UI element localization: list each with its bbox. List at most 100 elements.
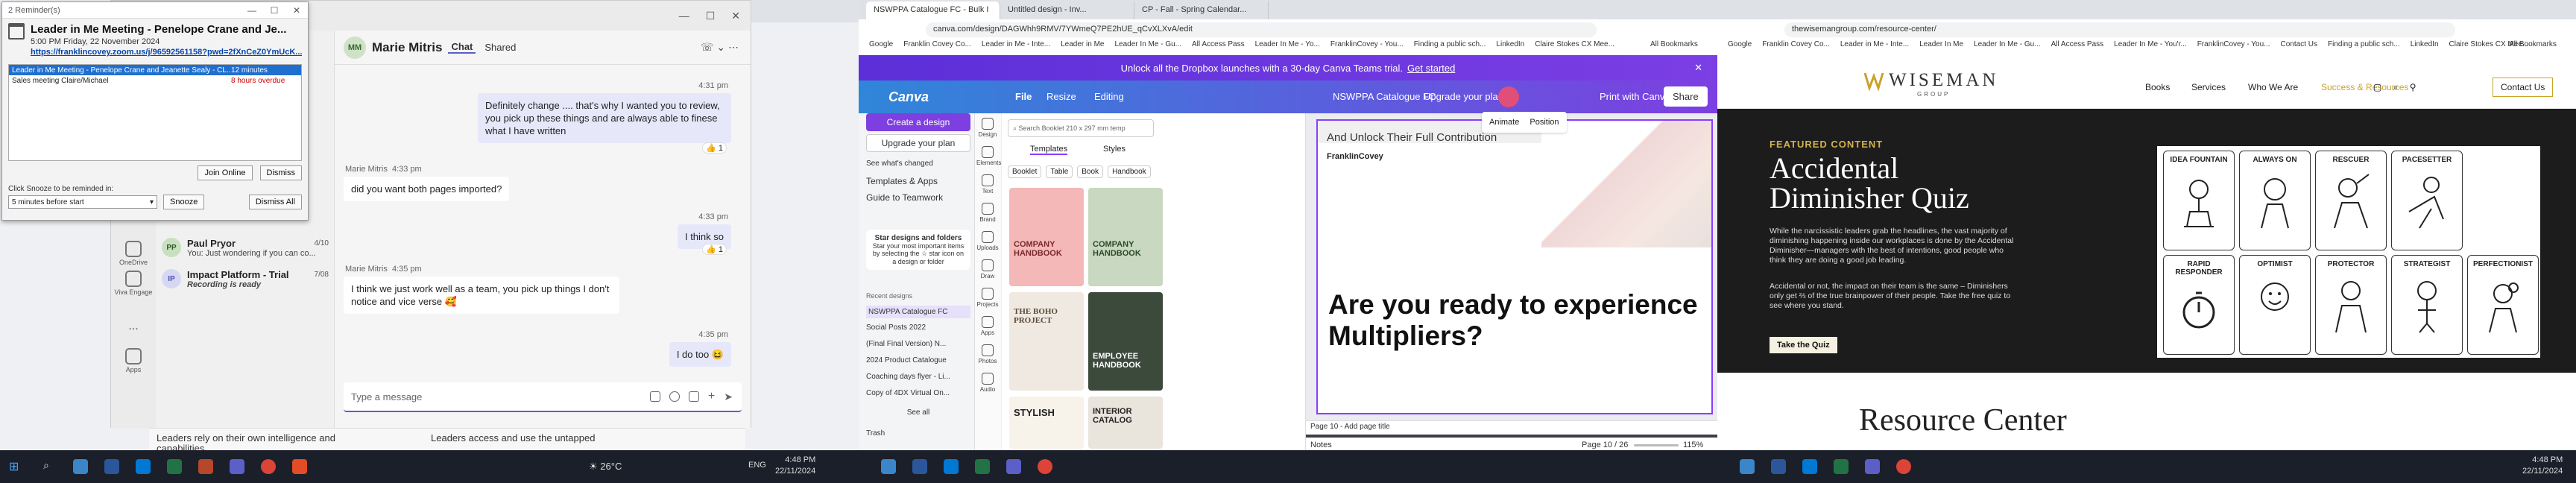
- teams-icon[interactable]: [1006, 459, 1021, 474]
- all-bookmarks[interactable]: All Bookmarks: [2509, 40, 2557, 55]
- address-bar[interactable]: thewisemangroup.com/resource-center/: [1784, 22, 2455, 37]
- recent-design-item[interactable]: (Final Final Version) N...: [866, 340, 970, 348]
- animate-button[interactable]: Animate: [1489, 118, 1519, 127]
- type-card[interactable]: PERFECTIONIST: [2467, 255, 2539, 355]
- emoji-icon[interactable]: [669, 391, 680, 402]
- template-thumbnail[interactable]: INTERIOR CATALOG: [1088, 397, 1163, 449]
- app-icon[interactable]: [292, 459, 307, 474]
- template-thumbnail[interactable]: COMPANY HANDBOOK: [1009, 188, 1084, 286]
- message-input[interactable]: Type a message + ➤: [344, 382, 742, 412]
- excel-icon[interactable]: [975, 459, 990, 474]
- browser-tab[interactable]: NSWPPA Catalogue FC - Bulk I: [866, 1, 1000, 19]
- canva-logo[interactable]: Canva: [888, 89, 929, 105]
- outlook-icon[interactable]: [1802, 459, 1817, 474]
- side-elements[interactable]: Elements: [976, 146, 1001, 166]
- address-bar[interactable]: canva.com/design/DAGWhh9RMV/7YWmeQ7PE2hU…: [926, 22, 1597, 37]
- recent-design-item[interactable]: Coaching days flyer - Li...: [866, 373, 970, 381]
- nav-services[interactable]: Services: [2191, 82, 2226, 92]
- chat-list-item[interactable]: IP Impact Platform - Trial 7/08 Recording…: [156, 266, 335, 296]
- excel-icon[interactable]: [167, 459, 182, 474]
- trash-link[interactable]: Trash: [866, 429, 970, 438]
- list-item[interactable]: Leader in Me Meeting - Penelope Crane an…: [9, 65, 301, 75]
- side-text[interactable]: Text: [976, 174, 999, 195]
- template-thumbnail[interactable]: COMPANY HANDBOOK: [1088, 188, 1163, 286]
- app-icon[interactable]: [1740, 459, 1755, 474]
- minimize-icon[interactable]: —: [241, 5, 263, 16]
- format-icon[interactable]: [649, 391, 660, 402]
- dismiss-all-button[interactable]: Dismiss All: [248, 195, 302, 209]
- reaction[interactable]: 👍 1: [702, 142, 727, 154]
- print-button[interactable]: Print with Canva: [1600, 91, 1670, 102]
- slide-heading[interactable]: Are you ready to experience Multipliers?: [1328, 289, 1701, 352]
- rail-more[interactable]: ...: [111, 320, 156, 333]
- recent-design-item[interactable]: 2024 Product Catalogue: [866, 356, 970, 364]
- side-brand[interactable]: Brand: [976, 203, 999, 223]
- word-icon[interactable]: [912, 459, 927, 474]
- create-design-button[interactable]: Create a design: [866, 113, 970, 131]
- chat-list-item[interactable]: PP Paul Pryor 4/10 You: Just wondering if…: [156, 235, 335, 265]
- template-thumbnail[interactable]: STYLISH: [1009, 397, 1084, 449]
- template-thumbnail[interactable]: THE BOHO PROJECT: [1009, 292, 1084, 391]
- excel-icon[interactable]: [1834, 459, 1849, 474]
- snooze-select[interactable]: 5 minutes before start ▾: [8, 195, 157, 209]
- outlook-icon[interactable]: [136, 459, 151, 474]
- type-card[interactable]: PROTECTOR: [2315, 255, 2387, 355]
- weather-icon[interactable]: ☀ 26°C: [589, 461, 622, 473]
- side-projects[interactable]: Projects: [976, 288, 999, 308]
- plus-icon[interactable]: +: [708, 390, 715, 403]
- notes-button[interactable]: Notes: [1310, 441, 1332, 449]
- type-card[interactable]: OPTIMIST: [2239, 255, 2311, 355]
- recent-design-item[interactable]: Copy of 4DX Virtual On...: [866, 389, 970, 397]
- tab-styles[interactable]: Styles: [1103, 145, 1126, 154]
- maximize-icon[interactable]: ☐: [706, 10, 716, 22]
- snooze-button[interactable]: Snooze: [163, 195, 205, 209]
- nav-books[interactable]: Books: [2145, 82, 2170, 92]
- upgrade-button[interactable]: Upgrade your plan: [1424, 91, 1503, 102]
- upgrade-button[interactable]: Upgrade your plan: [866, 134, 970, 152]
- word-icon[interactable]: [1771, 459, 1786, 474]
- avatar[interactable]: [1498, 86, 1519, 107]
- meeting-link[interactable]: https://franklincovey.zoom.us/j/96592561…: [31, 48, 302, 57]
- outlook-icon[interactable]: [944, 459, 959, 474]
- site-logo[interactable]: WISEMAN: [1889, 70, 1998, 91]
- chrome-icon[interactable]: [1038, 459, 1052, 474]
- page-counter[interactable]: Page 10 / 26: [1582, 441, 1628, 449]
- start-icon[interactable]: ⊞: [9, 459, 19, 474]
- see-all-link[interactable]: See all: [866, 408, 970, 417]
- teams-icon[interactable]: [230, 459, 244, 474]
- rail-apps[interactable]: Apps: [111, 348, 156, 373]
- doc-title[interactable]: NSWPPA Catalogue FC: [1333, 91, 1436, 102]
- maximize-icon[interactable]: ☐: [263, 5, 285, 16]
- browser-tab[interactable]: CP - Fall - Spring Calendar...: [1134, 1, 1269, 19]
- side-draw[interactable]: Draw: [976, 259, 999, 280]
- chrome-icon[interactable]: [261, 459, 276, 474]
- close-icon[interactable]: ✕: [731, 10, 740, 22]
- tab-shared[interactable]: Shared: [482, 42, 519, 53]
- side-uploads[interactable]: Uploads: [976, 231, 999, 251]
- teams-icon[interactable]: [1865, 459, 1880, 474]
- close-icon[interactable]: ✕: [285, 5, 308, 16]
- all-bookmarks[interactable]: All Bookmarks: [1650, 40, 1698, 55]
- zoom-level[interactable]: 115%: [1683, 441, 1703, 449]
- tab-chat[interactable]: Chat: [448, 41, 476, 54]
- side-photos[interactable]: Photos: [976, 344, 999, 364]
- side-apps[interactable]: Apps: [976, 316, 999, 336]
- type-card[interactable]: RAPID RESPONDER: [2163, 255, 2235, 355]
- type-card[interactable]: ALWAYS ON: [2239, 151, 2311, 250]
- join-online-button[interactable]: Join Online: [198, 165, 253, 180]
- list-item[interactable]: Sales meeting Claire/Michael 8 hours ove…: [9, 75, 301, 86]
- app-icon[interactable]: [881, 459, 896, 474]
- slide-image[interactable]: [1541, 121, 1711, 247]
- tab-templates[interactable]: Templates: [1030, 145, 1068, 155]
- recent-design-item[interactable]: Social Posts 2022: [866, 323, 970, 332]
- browser-tab[interactable]: Untitled design - Inv...: [1000, 1, 1134, 19]
- slide-brand[interactable]: FranklinCovey: [1327, 152, 1383, 161]
- slide-subtitle[interactable]: And Unlock Their Full Contribution: [1327, 131, 1497, 144]
- close-icon[interactable]: ✕: [1694, 62, 1702, 74]
- powerpoint-icon[interactable]: [198, 459, 213, 474]
- position-button[interactable]: Position: [1530, 118, 1559, 127]
- reaction[interactable]: 👍 1: [702, 244, 727, 255]
- side-audio[interactable]: Audio: [976, 373, 999, 393]
- call-icon[interactable]: ☏ ⌄ ⋯: [701, 41, 739, 54]
- template-thumbnail[interactable]: EMPLOYEE HANDBOOK: [1088, 292, 1163, 391]
